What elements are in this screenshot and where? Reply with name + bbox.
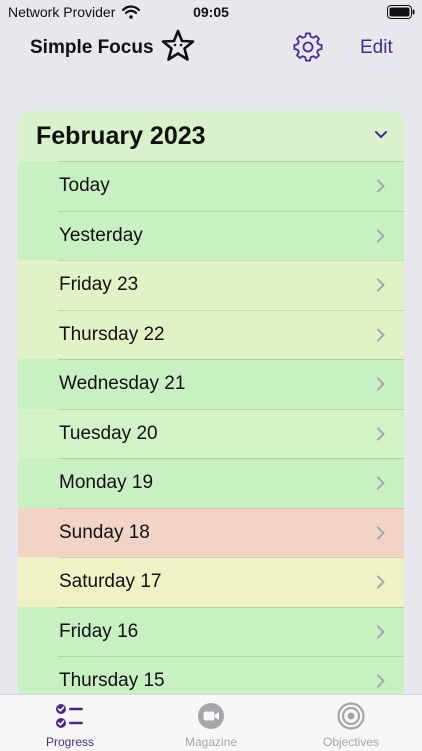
chevron-right-icon [377,427,385,440]
day-row-label: Friday 16 [59,620,139,642]
tab-progress[interactable]: Progress [0,695,140,751]
day-row-label: Monday 19 [59,472,154,493]
battery-icon [387,5,415,19]
tab-label: Progress [45,735,95,749]
day-row-label: Today [59,175,110,196]
checklist-icon [56,704,83,728]
chevron-right-icon [377,526,385,539]
chevron-right-icon [377,377,385,391]
day-row[interactable]: Sunday 18 [18,507,404,557]
chevron-right-icon [377,476,385,490]
chevron-down-icon[interactable] [374,128,388,142]
chevron-right-icon [377,278,385,292]
video-camera-icon [198,703,224,729]
starfish-logo-icon [161,29,195,61]
month-section-header[interactable]: February 2023 [18,111,404,161]
day-row[interactable]: Thursday 22 [18,309,404,359]
edit-button[interactable]: Edit [360,37,393,59]
day-row[interactable]: Friday 23 [18,260,404,310]
gear-icon[interactable] [293,32,323,62]
app-title: Simple Focus [30,37,154,58]
chevron-right-icon [377,625,385,638]
month-section-card: February 2023 Today Yesterday Friday 23 … [18,111,404,701]
day-row-label: Yesterday [59,224,143,246]
chevron-right-icon [377,575,385,589]
day-row[interactable]: Tuesday 20 [18,408,404,458]
tab-bar: Progress Magazine Objectives [0,694,422,751]
day-row[interactable]: Monday 19 [18,458,404,508]
day-row[interactable]: Wednesday 21 [18,359,404,409]
tab-magazine[interactable]: Magazine [141,695,281,751]
day-row[interactable]: Friday 16 [18,606,404,656]
chevron-right-icon [377,328,385,341]
chevron-right-icon [377,229,385,242]
chevron-right-icon [377,674,385,688]
tab-objectives[interactable]: Objectives [281,695,421,751]
navigation-bar: Simple Focus Edit [0,28,422,68]
status-bar: Network Provider 09:05 [0,0,422,24]
day-row[interactable]: Yesterday [18,210,404,260]
day-row-label: Friday 23 [59,274,139,295]
chevron-right-icon [377,179,385,193]
day-row-label: Thursday 22 [59,323,165,345]
target-icon [337,702,365,730]
day-row-label: Sunday 18 [59,521,150,543]
day-row-label: Tuesday 20 [59,422,158,444]
month-title: February 2023 [36,122,206,150]
day-row-label: Thursday 15 [59,670,165,691]
tab-label: Magazine [184,735,238,749]
day-row-label: Wednesday 21 [59,373,186,394]
day-row[interactable]: Saturday 17 [18,557,404,607]
day-row[interactable]: Today [18,161,404,211]
status-time: 09:05 [193,4,229,20]
day-row-label: Saturday 17 [59,571,162,592]
tab-label: Objectives [322,735,380,749]
